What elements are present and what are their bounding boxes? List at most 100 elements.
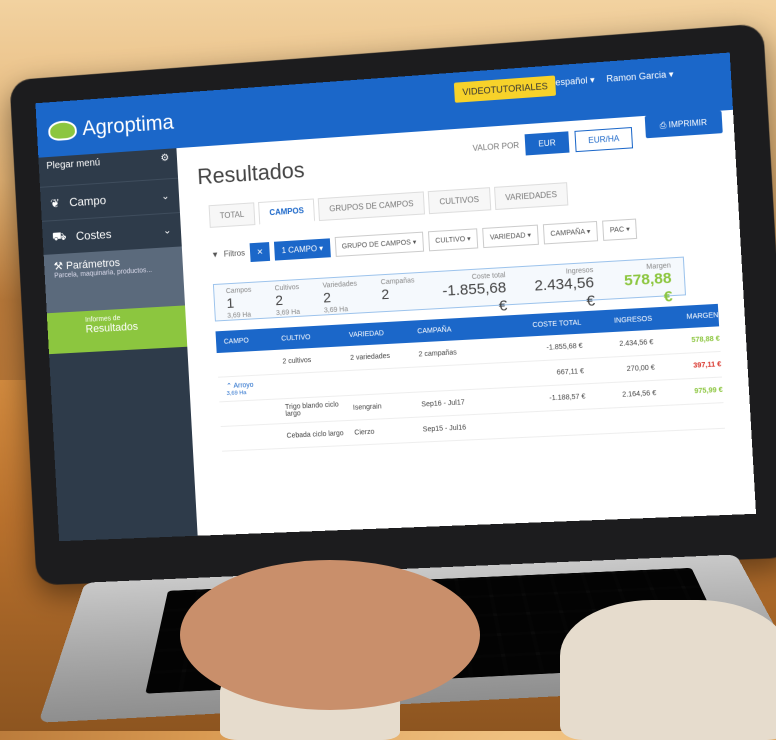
user-name: Ramon Garcia xyxy=(606,69,667,84)
summary-label: Campañas xyxy=(380,277,415,287)
language-label: español xyxy=(555,75,588,88)
right-sleeve xyxy=(560,600,776,740)
sidebar-item-label: Campo xyxy=(68,193,107,210)
sidebar-item-parametros[interactable]: ⚒ Parámetros Parcela, maquinaria, produc… xyxy=(43,246,186,314)
dropdown-grupo[interactable]: GRUPO DE CAMPOS ▾ xyxy=(334,231,424,257)
table-cell: Cierzo xyxy=(354,428,375,437)
logo[interactable]: Agroptima xyxy=(47,110,175,143)
table-cell: Trigo blando ciclo largo xyxy=(284,401,339,418)
tab-grupos[interactable]: GRUPOS DE CAMPOS xyxy=(317,191,426,222)
dropdown-cultivo[interactable]: CULTIVO ▾ xyxy=(427,228,479,252)
summary-campos: Campos 1 3,69 Ha xyxy=(225,286,253,320)
summary-sub: 3,69 Ha xyxy=(227,311,252,320)
table-cell: 578,88 € xyxy=(691,335,721,344)
chip-label: 1 CAMPO xyxy=(281,243,318,255)
total-cost: Coste total -1.855,68 € xyxy=(438,272,508,315)
column-header[interactable]: CAMPAÑA xyxy=(417,323,506,335)
tab-bar: TOTAL CAMPOS GRUPOS DE CAMPOS CULTIVOS V… xyxy=(208,182,569,228)
summary-label: Campos xyxy=(225,286,252,296)
table-cell: 975,99 € xyxy=(694,386,723,395)
table-cell xyxy=(658,415,724,418)
dropdown-label: CULTIVO xyxy=(435,236,466,245)
summary-value: 2 xyxy=(274,291,284,309)
summary-sub: 3,69 Ha xyxy=(323,306,349,315)
table-cell: 2 variedades xyxy=(350,352,391,362)
user-menu[interactable]: Ramon Garcia ▾ xyxy=(606,69,674,85)
summary-variedades: Variedades 2 3,69 Ha xyxy=(322,280,358,315)
farm-cell[interactable]: ⌃ Arroyo 3,69 Ha xyxy=(218,379,284,397)
sidebar-item-label: Costes xyxy=(75,227,112,244)
dropdown-label: GRUPO DE CAMPOS xyxy=(341,239,412,251)
language-selector[interactable]: español ▾ xyxy=(555,75,595,89)
table-cell: Sep15 - Jul16 xyxy=(422,423,467,433)
column-header[interactable]: MARGEN xyxy=(652,312,718,323)
filter-icon: ▼ xyxy=(211,249,220,259)
column-header[interactable]: VARIEDAD xyxy=(349,328,418,339)
page-title: Resultados xyxy=(196,157,306,190)
table-cell: Sep16 - Jul17 xyxy=(421,398,465,408)
dropdown-variedad[interactable]: VARIEDAD ▾ xyxy=(482,224,539,249)
summary-cultivos: Cultivos 2 3,69 Ha xyxy=(274,284,300,317)
print-button[interactable]: ⎙ IMPRIMIR xyxy=(644,110,723,139)
tutorials-button[interactable]: VIDEOTUTORIALES xyxy=(453,75,557,103)
dropdown-label: PAC xyxy=(609,226,625,235)
sidebar-item-resultados[interactable]: Informes de Resultados xyxy=(46,305,188,355)
filter-label: Filtros xyxy=(223,248,246,259)
laptop-screen: Agroptima VIDEOTUTORIALES español ▾ Ramo… xyxy=(35,52,757,542)
table-cell: -1.855,68 € xyxy=(546,342,583,352)
table-cell: 2 cultivos xyxy=(282,356,312,365)
toggle-eur[interactable]: EUR xyxy=(524,131,570,156)
chevron-down-icon: ⌄ xyxy=(161,190,170,202)
left-hand xyxy=(180,560,480,710)
tab-variedades[interactable]: VARIEDADES xyxy=(493,182,569,211)
value-toggle: VALOR POR EUR EUR/HA xyxy=(472,126,634,159)
column-header[interactable]: CAMPO xyxy=(216,335,282,345)
gear-icon[interactable]: ⚙ xyxy=(160,153,170,175)
dropdown-label: CAMPAÑA xyxy=(550,228,585,238)
table-cell xyxy=(284,383,352,386)
summary-value: 2 xyxy=(322,289,332,306)
settings-icon: ⚒ xyxy=(53,260,64,273)
summary-label: Variedades xyxy=(322,280,358,290)
column-header[interactable]: COSTE TOTAL xyxy=(506,319,581,330)
summary-campanas: Campañas 2 xyxy=(381,277,416,307)
tractor-icon: ⛟ xyxy=(51,229,67,244)
filter-bar: ▼ Filtros ✕ 1 CAMPO ▾ GRUPO DE CAMPOS ▾ … xyxy=(211,218,638,265)
table-cell xyxy=(587,419,658,422)
clear-filter-button[interactable]: ✕ xyxy=(249,241,271,262)
dropdown-campana[interactable]: CAMPAÑA ▾ xyxy=(542,220,599,245)
column-header[interactable]: CULTIVO xyxy=(281,332,349,343)
dropdown-label: VARIEDAD xyxy=(489,232,526,242)
dropdown-pac[interactable]: PAC ▾ xyxy=(602,218,638,241)
total-value: 2.434,56 € xyxy=(533,274,596,311)
table-cell: 397,11 € xyxy=(693,360,722,370)
total-margin: Margen 578,88 € xyxy=(618,262,673,305)
leaf-icon: ❦ xyxy=(49,196,61,211)
column-header[interactable]: INGRESOS xyxy=(581,315,652,326)
summary-label: Cultivos xyxy=(274,284,300,293)
total-value: 578,88 € xyxy=(623,269,674,306)
collapse-label: Plegar menú xyxy=(46,157,101,172)
summary-sub: 3,69 Ha xyxy=(275,308,301,318)
table-cell xyxy=(221,436,286,439)
valor-label: VALOR POR xyxy=(472,140,520,153)
farm-area: 3,69 Ha xyxy=(226,389,247,397)
table-cell xyxy=(220,411,285,414)
sidebar-item-label: Resultados xyxy=(85,320,139,336)
print-label: IMPRIMIR xyxy=(668,117,708,130)
cloud-logo-icon xyxy=(47,119,78,142)
table-cell xyxy=(352,379,420,382)
farm-name: Arroyo xyxy=(233,381,254,390)
summary-value: 1 xyxy=(226,294,235,311)
tab-total[interactable]: TOTAL xyxy=(208,202,256,228)
main-content: Resultados VALOR POR EUR EUR/HA ⎙ IMPRIM… xyxy=(176,110,756,536)
table-cell: Cebada ciclo largo xyxy=(286,429,344,440)
toggle-eur-ha[interactable]: EUR/HA xyxy=(574,126,634,153)
brand-name: Agroptima xyxy=(81,110,175,140)
tab-cultivos[interactable]: CULTIVOS xyxy=(427,187,491,215)
campo-filter-chip[interactable]: 1 CAMPO ▾ xyxy=(274,237,331,261)
tab-campos[interactable]: CAMPOS xyxy=(258,198,316,225)
chevron-down-icon: ⌄ xyxy=(162,224,172,237)
sidebar: Plegar menú ⚙ ❦ Campo ⌄ ⛟ Costes ⌄ ⚒ Par… xyxy=(38,148,198,542)
table-cell: 2.434,56 € xyxy=(619,338,654,348)
